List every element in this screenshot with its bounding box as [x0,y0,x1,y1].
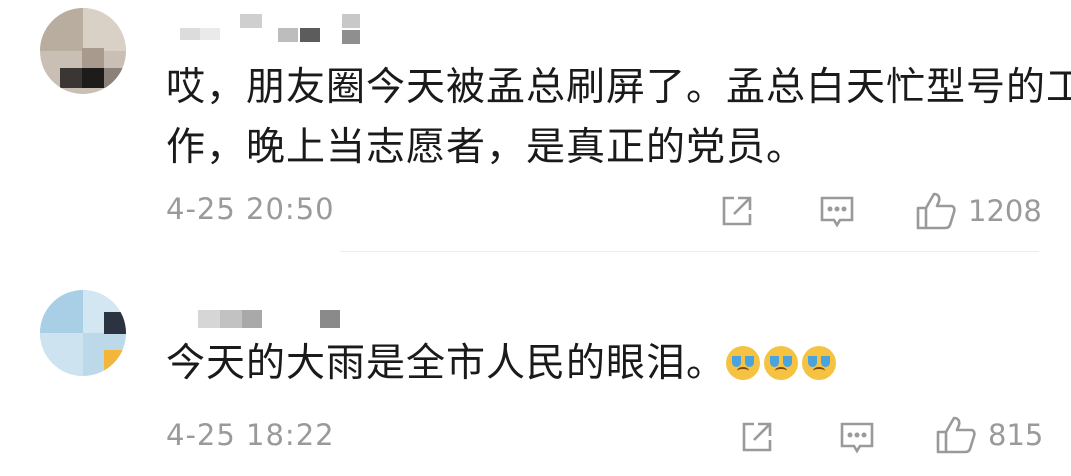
share-button[interactable] [738,418,776,456]
avatar[interactable] [40,290,126,376]
like-button[interactable]: 815 [934,414,1043,456]
crying-face-icon [726,346,761,380]
share-button[interactable] [718,192,756,230]
like-button[interactable]: 1208 [914,190,1042,232]
share-icon [742,422,772,452]
avatar[interactable] [40,8,126,94]
like-count: 1208 [968,194,1042,228]
comment-icon [840,422,874,454]
share-icon [722,196,752,226]
like-count: 815 [988,418,1044,452]
crying-face-icon [802,346,837,380]
thumbs-up-icon [936,416,976,454]
comment-icon [820,196,854,228]
comment-item: 哎，朋友圈今天被孟总刷屏了。孟总白天忙型号的工 作，晚上当志愿者，是真正的党员。… [0,0,1071,252]
comment-text: 今天的大雨是全市人民的眼泪。 [166,341,727,386]
comment-text-line: 今天的大雨是全市人民的眼泪。 [166,334,840,394]
comment-timestamp: 4-25 18:22 [166,418,335,452]
reply-button[interactable] [818,192,856,230]
thumbs-up-icon [916,192,956,230]
comment-timestamp: 4-25 20:50 [166,192,335,226]
username-obscured[interactable] [178,14,368,46]
username-obscured[interactable] [198,310,348,332]
reply-button[interactable] [838,418,876,456]
comment-text-line: 作，晚上当志愿者，是真正的党员。 [166,125,807,170]
comment-text-line: 哎，朋友圈今天被孟总刷屏了。孟总白天忙型号的工 [166,65,1071,110]
crying-face-icon [764,346,799,380]
divider [340,251,1039,252]
comment-item: 今天的大雨是全市人民的眼泪。 4-25 18:22 815 [0,258,1071,476]
